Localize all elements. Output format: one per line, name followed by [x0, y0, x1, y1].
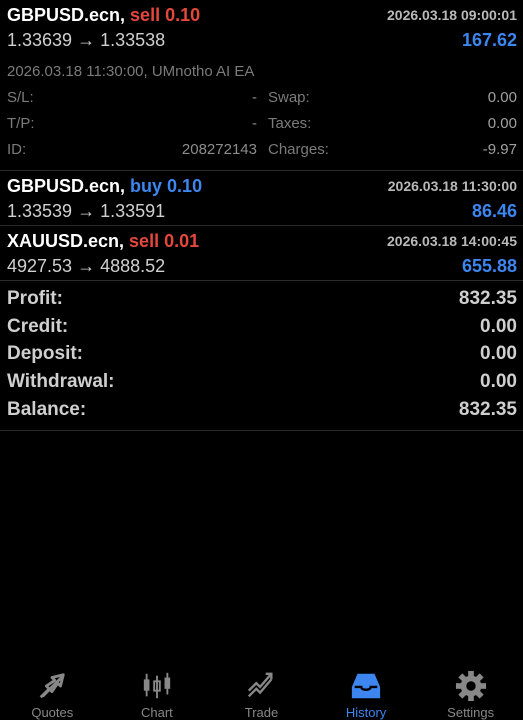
history-summary: Profit: 832.35 Credit: 0.00 Deposit: 0.0…: [0, 281, 523, 431]
settings-icon: [455, 670, 486, 702]
trade-header: GBPUSD.ecn, sell 0.10 2026.03.18 09:00:0…: [7, 4, 517, 26]
summary-credit-value: 0.00: [480, 315, 517, 337]
trade-time: 2026.03.18 11:30:00: [387, 178, 517, 194]
tp-value: -: [252, 114, 257, 132]
charges-field: Charges: -9.97: [262, 136, 517, 162]
trade-symbol: GBPUSD.ecn,: [7, 175, 126, 196]
charges-value: -9.97: [482, 140, 517, 158]
tab-label: Chart: [140, 705, 173, 720]
trade-header: XAUUSD.ecn, sell 0.01 2026.03.18 14:00:4…: [7, 230, 517, 252]
trade-prices: 1.33639 → 1.33538: [7, 29, 166, 50]
summary-profit: Profit: 832.35: [7, 285, 517, 313]
tp-field: T/P: -: [7, 110, 262, 136]
summary-withdrawal: Withdrawal: 0.00: [7, 368, 517, 396]
swap-value: 0.00: [487, 88, 517, 106]
summary-deposit-label: Deposit:: [7, 343, 83, 365]
tab-chart[interactable]: Chart: [105, 660, 210, 720]
summary-deposit-value: 0.00: [480, 343, 517, 365]
trade-item[interactable]: GBPUSD.ecn, sell 0.10 2026.03.18 09:00:0…: [0, 0, 523, 171]
quotes-icon: [40, 673, 66, 699]
summary-deposit: Deposit: 0.00: [7, 341, 517, 369]
summary-credit-label: Credit:: [7, 315, 69, 337]
trade-price-row: 1.33539 → 1.33591 86.46: [7, 197, 517, 225]
taxes-label: Taxes:: [268, 114, 312, 132]
tab-label: Settings: [447, 705, 495, 720]
sl-field: S/L: -: [7, 84, 262, 110]
trade-side: sell 0.10: [130, 4, 201, 25]
tab-label: History: [345, 705, 387, 720]
trade-prices: 1.33539 → 1.33591: [7, 200, 166, 221]
trade-side: buy 0.10: [130, 175, 203, 196]
tab-trade[interactable]: Trade: [209, 660, 314, 720]
trade-icon: [248, 672, 274, 698]
trade-prices: 4927.53 → 4888.52: [7, 255, 166, 276]
tab-settings[interactable]: Settings: [418, 660, 523, 720]
trade-profit: 167.62: [461, 29, 517, 50]
trade-header: GBPUSD.ecn, buy 0.10 2026.03.18 11:30:00: [7, 175, 517, 197]
summary-withdrawal-label: Withdrawal:: [7, 371, 115, 393]
trade-item[interactable]: GBPUSD.ecn, buy 0.10 2026.03.18 11:30:00…: [0, 171, 523, 226]
trade-symbol-side: GBPUSD.ecn, buy 0.10: [7, 176, 202, 197]
taxes-field: Taxes: 0.00: [262, 110, 517, 136]
swap-field: Swap: 0.00: [262, 84, 517, 110]
swap-label: Swap:: [268, 88, 310, 106]
trade-profit: 86.46: [471, 200, 517, 221]
trade-symbol: XAUUSD.ecn,: [7, 230, 125, 251]
trade-details: 2026.03.18 11:30:00, UMnotho AI EA S/L: …: [7, 54, 517, 170]
trade-price-row: 1.33639 → 1.33538 167.62: [7, 26, 517, 54]
summary-balance-label: Balance:: [7, 399, 87, 421]
trade-time: 2026.03.18 14:00:45: [387, 233, 517, 249]
tab-bar: Quotes Chart Trade History Settings: [0, 660, 523, 720]
sl-value: -: [252, 88, 257, 106]
summary-balance: Balance: 832.35: [7, 396, 517, 424]
trade-side: sell 0.01: [129, 230, 200, 251]
summary-profit-label: Profit:: [7, 287, 63, 309]
id-field: ID: 208272143: [7, 136, 262, 162]
tab-label: Trade: [244, 705, 279, 720]
tp-label: T/P:: [7, 114, 35, 132]
trade-price-row: 4927.53 → 4888.52 655.88: [7, 252, 517, 280]
taxes-value: 0.00: [487, 114, 517, 132]
tab-quotes[interactable]: Quotes: [0, 660, 105, 720]
trade-detail-header: 2026.03.18 11:30:00, UMnotho AI EA: [7, 62, 255, 80]
history-icon: [351, 673, 381, 699]
summary-withdrawal-value: 0.00: [480, 371, 517, 393]
id-label: ID:: [7, 140, 27, 158]
trade-profit: 655.88: [461, 255, 517, 276]
tab-label: Quotes: [31, 705, 74, 720]
trade-item[interactable]: XAUUSD.ecn, sell 0.01 2026.03.18 14:00:4…: [0, 226, 523, 281]
tab-history[interactable]: History: [314, 660, 419, 720]
trade-symbol: GBPUSD.ecn,: [7, 4, 126, 25]
trade-symbol-side: XAUUSD.ecn, sell 0.01: [7, 231, 199, 252]
summary-credit: Credit: 0.00: [7, 313, 517, 341]
summary-profit-value: 832.35: [458, 287, 517, 309]
trade-time: 2026.03.18 09:00:01: [387, 7, 517, 23]
summary-balance-value: 832.35: [458, 399, 517, 421]
id-value: 208272143: [181, 140, 257, 158]
sl-label: S/L:: [7, 88, 34, 106]
chart-icon: [143, 672, 171, 699]
charges-label: Charges:: [268, 140, 329, 158]
trade-symbol-side: GBPUSD.ecn, sell 0.10: [7, 5, 200, 26]
